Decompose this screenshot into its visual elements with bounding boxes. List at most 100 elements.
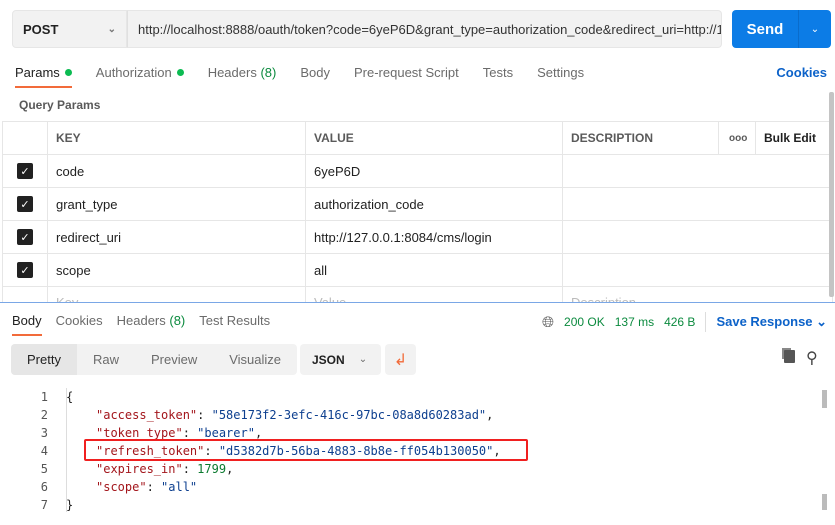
tab-pre-request-script[interactable]: Pre-request Script [354,65,459,80]
punctuation: , [226,462,234,476]
more-options-button[interactable]: ooo [718,121,756,155]
param-key[interactable]: scope [47,253,306,287]
checkbox-cell: ✓ [2,220,48,254]
line-number: 1 [40,390,48,404]
line-number: 7 [40,498,48,512]
response-time[interactable]: 137 ms [615,315,654,329]
tab-settings[interactable]: Settings [537,65,584,80]
line-number: 5 [40,462,48,476]
header-key: KEY [47,121,306,155]
line-number: 3 [40,426,48,440]
table-row: ✓ grant_type authorization_code [2,187,833,221]
json-number: 1799 [197,462,227,476]
tab-label: Headers [116,313,166,328]
tab-label: Authorization [95,65,172,80]
divider [705,312,707,332]
view-preview[interactable]: Preview [135,344,213,375]
status-code[interactable]: 200 OK [564,315,605,329]
view-raw[interactable]: Raw [77,344,135,375]
table-row: ✓ scope all [2,253,833,287]
format-select[interactable]: JSON ⌄ [300,344,382,375]
tab-response-cookies[interactable]: Cookies [56,313,103,328]
checkbox[interactable]: ✓ [17,163,33,180]
json-string: "58e173f2-3efc-416c-97bc-08a8d60283ad" [211,408,487,422]
param-key[interactable]: redirect_uri [47,220,306,254]
tab-count: (8) [169,313,186,328]
checkbox-cell: ✓ [2,154,48,188]
tab-test-results[interactable]: Test Results [199,313,270,328]
search-icon[interactable]: ⚲ [806,348,818,368]
param-description[interactable] [562,187,833,221]
checkbox-cell: ✓ [2,253,48,287]
save-response-button[interactable]: Save Response ⌄ [716,314,827,330]
query-params-title: Query Params [19,98,101,112]
header-value: VALUE [305,121,563,155]
chevron-down-icon[interactable]: ⌄ [799,24,831,35]
param-value[interactable]: 6yeP6D [305,154,563,188]
tab-body[interactable]: Body [300,65,330,80]
json-string: "all" [161,480,198,494]
globe-icon: 🌐︎ [542,313,555,331]
highlight-box [84,439,528,461]
tab-headers[interactable]: Headers (8) [208,65,277,80]
checkbox[interactable]: ✓ [17,229,33,246]
checkbox[interactable]: ✓ [17,262,33,279]
param-description[interactable] [562,220,833,254]
json-key: "token_type" [96,426,183,440]
tab-count: (8) [260,65,277,80]
json-key: "access_token" [96,408,198,422]
param-key[interactable]: code [47,154,306,188]
checkbox-cell: ✓ [2,187,48,221]
method-label: POST [23,21,59,37]
tab-response-headers[interactable]: Headers (8) [117,313,186,328]
brace: } [66,498,74,512]
tab-authorization[interactable]: Authorization [96,65,184,80]
response-status: 🌐︎ 200 OK 137 ms 426 B Save Response ⌄ [542,312,827,332]
view-visualize[interactable]: Visualize [213,344,297,375]
brace: { [66,390,74,404]
request-tabs: Params Authorization Headers (8) Body Pr… [15,65,608,88]
param-description[interactable] [562,154,833,188]
view-mode-toggle: Pretty Raw Preview Visualize [11,344,298,375]
header-description: DESCRIPTION [562,121,719,155]
checkbox[interactable]: ✓ [17,196,33,213]
table-header: KEY VALUE DESCRIPTION ooo Bulk Edit [2,121,833,155]
tab-response-body[interactable]: Body [12,313,42,336]
scrollbar[interactable] [822,390,827,408]
punctuation: , [254,426,263,440]
param-value[interactable]: all [305,253,563,287]
table-row: ✓ code 6yeP6D [2,154,833,188]
json-string: "bearer" [197,426,255,440]
url-input[interactable]: http://localhost:8888/oauth/token?code=6… [127,10,722,48]
response-tabs: Body Cookies Headers (8) Test Results [12,313,294,336]
params-table: KEY VALUE DESCRIPTION ooo Bulk Edit ✓ code 6ye… [2,121,833,320]
json-key: "expires_in" [96,462,183,476]
scrollbar[interactable] [822,494,827,510]
tab-label: Headers [207,65,257,80]
method-select[interactable]: POST ⌄ [12,10,127,48]
cookies-link[interactable]: Cookies [776,65,827,80]
tab-params[interactable]: Params [15,65,72,88]
copy-icon[interactable] [784,350,795,363]
status-dot [64,69,72,76]
indent-guide [66,388,67,512]
param-key[interactable]: grant_type [47,187,306,221]
send-button[interactable]: Send ⌄ [732,10,831,48]
punctuation: , [486,408,494,422]
response-size[interactable]: 426 B [664,315,695,329]
header-check [2,121,48,155]
table-row: ✓ redirect_uri http://127.0.0.1:8084/cms/l… [2,220,833,254]
scrollbar[interactable] [829,92,834,297]
view-pretty[interactable]: Pretty [11,344,77,375]
param-value[interactable]: authorization_code [305,187,563,221]
bulk-edit-button[interactable]: Bulk Edit [755,121,833,155]
wrap-lines-icon[interactable]: ↲ [385,344,416,375]
tab-tests[interactable]: Tests [483,65,513,80]
chevron-down-icon: ⌄ [358,354,368,365]
line-number: 4 [40,444,48,458]
format-label: JSON [312,352,345,367]
param-description[interactable] [562,253,833,287]
json-key: "scope" [96,480,147,494]
param-value[interactable]: http://127.0.0.1:8084/cms/login [305,220,563,254]
tab-label: Params [15,65,60,80]
